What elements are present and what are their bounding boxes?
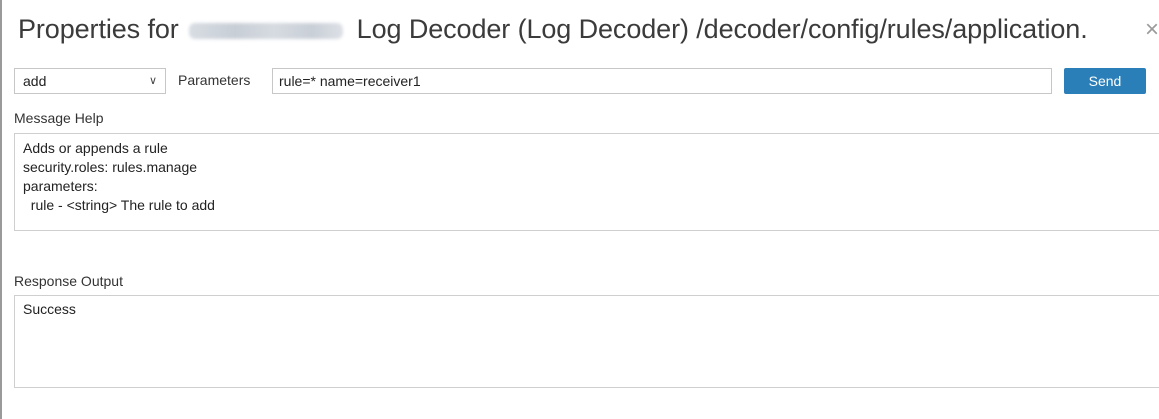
redacted-host-address: [188, 22, 343, 39]
response-output-label: Response Output: [14, 273, 123, 289]
help-line: rule - <string> The rule to add: [23, 197, 215, 213]
title-prefix: Properties for: [18, 14, 179, 44]
message-toolbar: add ∨ Parameters Send: [2, 68, 1159, 96]
parameters-input[interactable]: [272, 68, 1052, 94]
title-suffix: Log Decoder (Log Decoder) /decoder/confi…: [356, 14, 1088, 44]
send-button[interactable]: Send: [1064, 68, 1146, 94]
response-output-text: Success: [23, 301, 76, 317]
response-output-box[interactable]: Success: [14, 295, 1159, 388]
dialog-title-bar: Properties for Log Decoder (Log Decoder) …: [2, 0, 1159, 62]
properties-dialog: Properties for Log Decoder (Log Decoder) …: [0, 0, 1159, 419]
message-select-value: add: [23, 73, 47, 89]
message-help-label: Message Help: [14, 110, 104, 126]
message-select[interactable]: add ∨: [14, 68, 166, 94]
help-line: Adds or appends a rule: [23, 140, 168, 156]
help-line: parameters:: [23, 178, 98, 194]
dialog-title: Properties for Log Decoder (Log Decoder) …: [18, 14, 1088, 45]
chevron-down-icon: ∨: [148, 75, 157, 87]
close-icon[interactable]: ×: [1145, 18, 1159, 42]
message-help-box: Adds or appends a rule security.roles: r…: [14, 133, 1159, 231]
parameters-label: Parameters: [178, 72, 251, 88]
help-line: security.roles: rules.manage: [23, 159, 198, 175]
